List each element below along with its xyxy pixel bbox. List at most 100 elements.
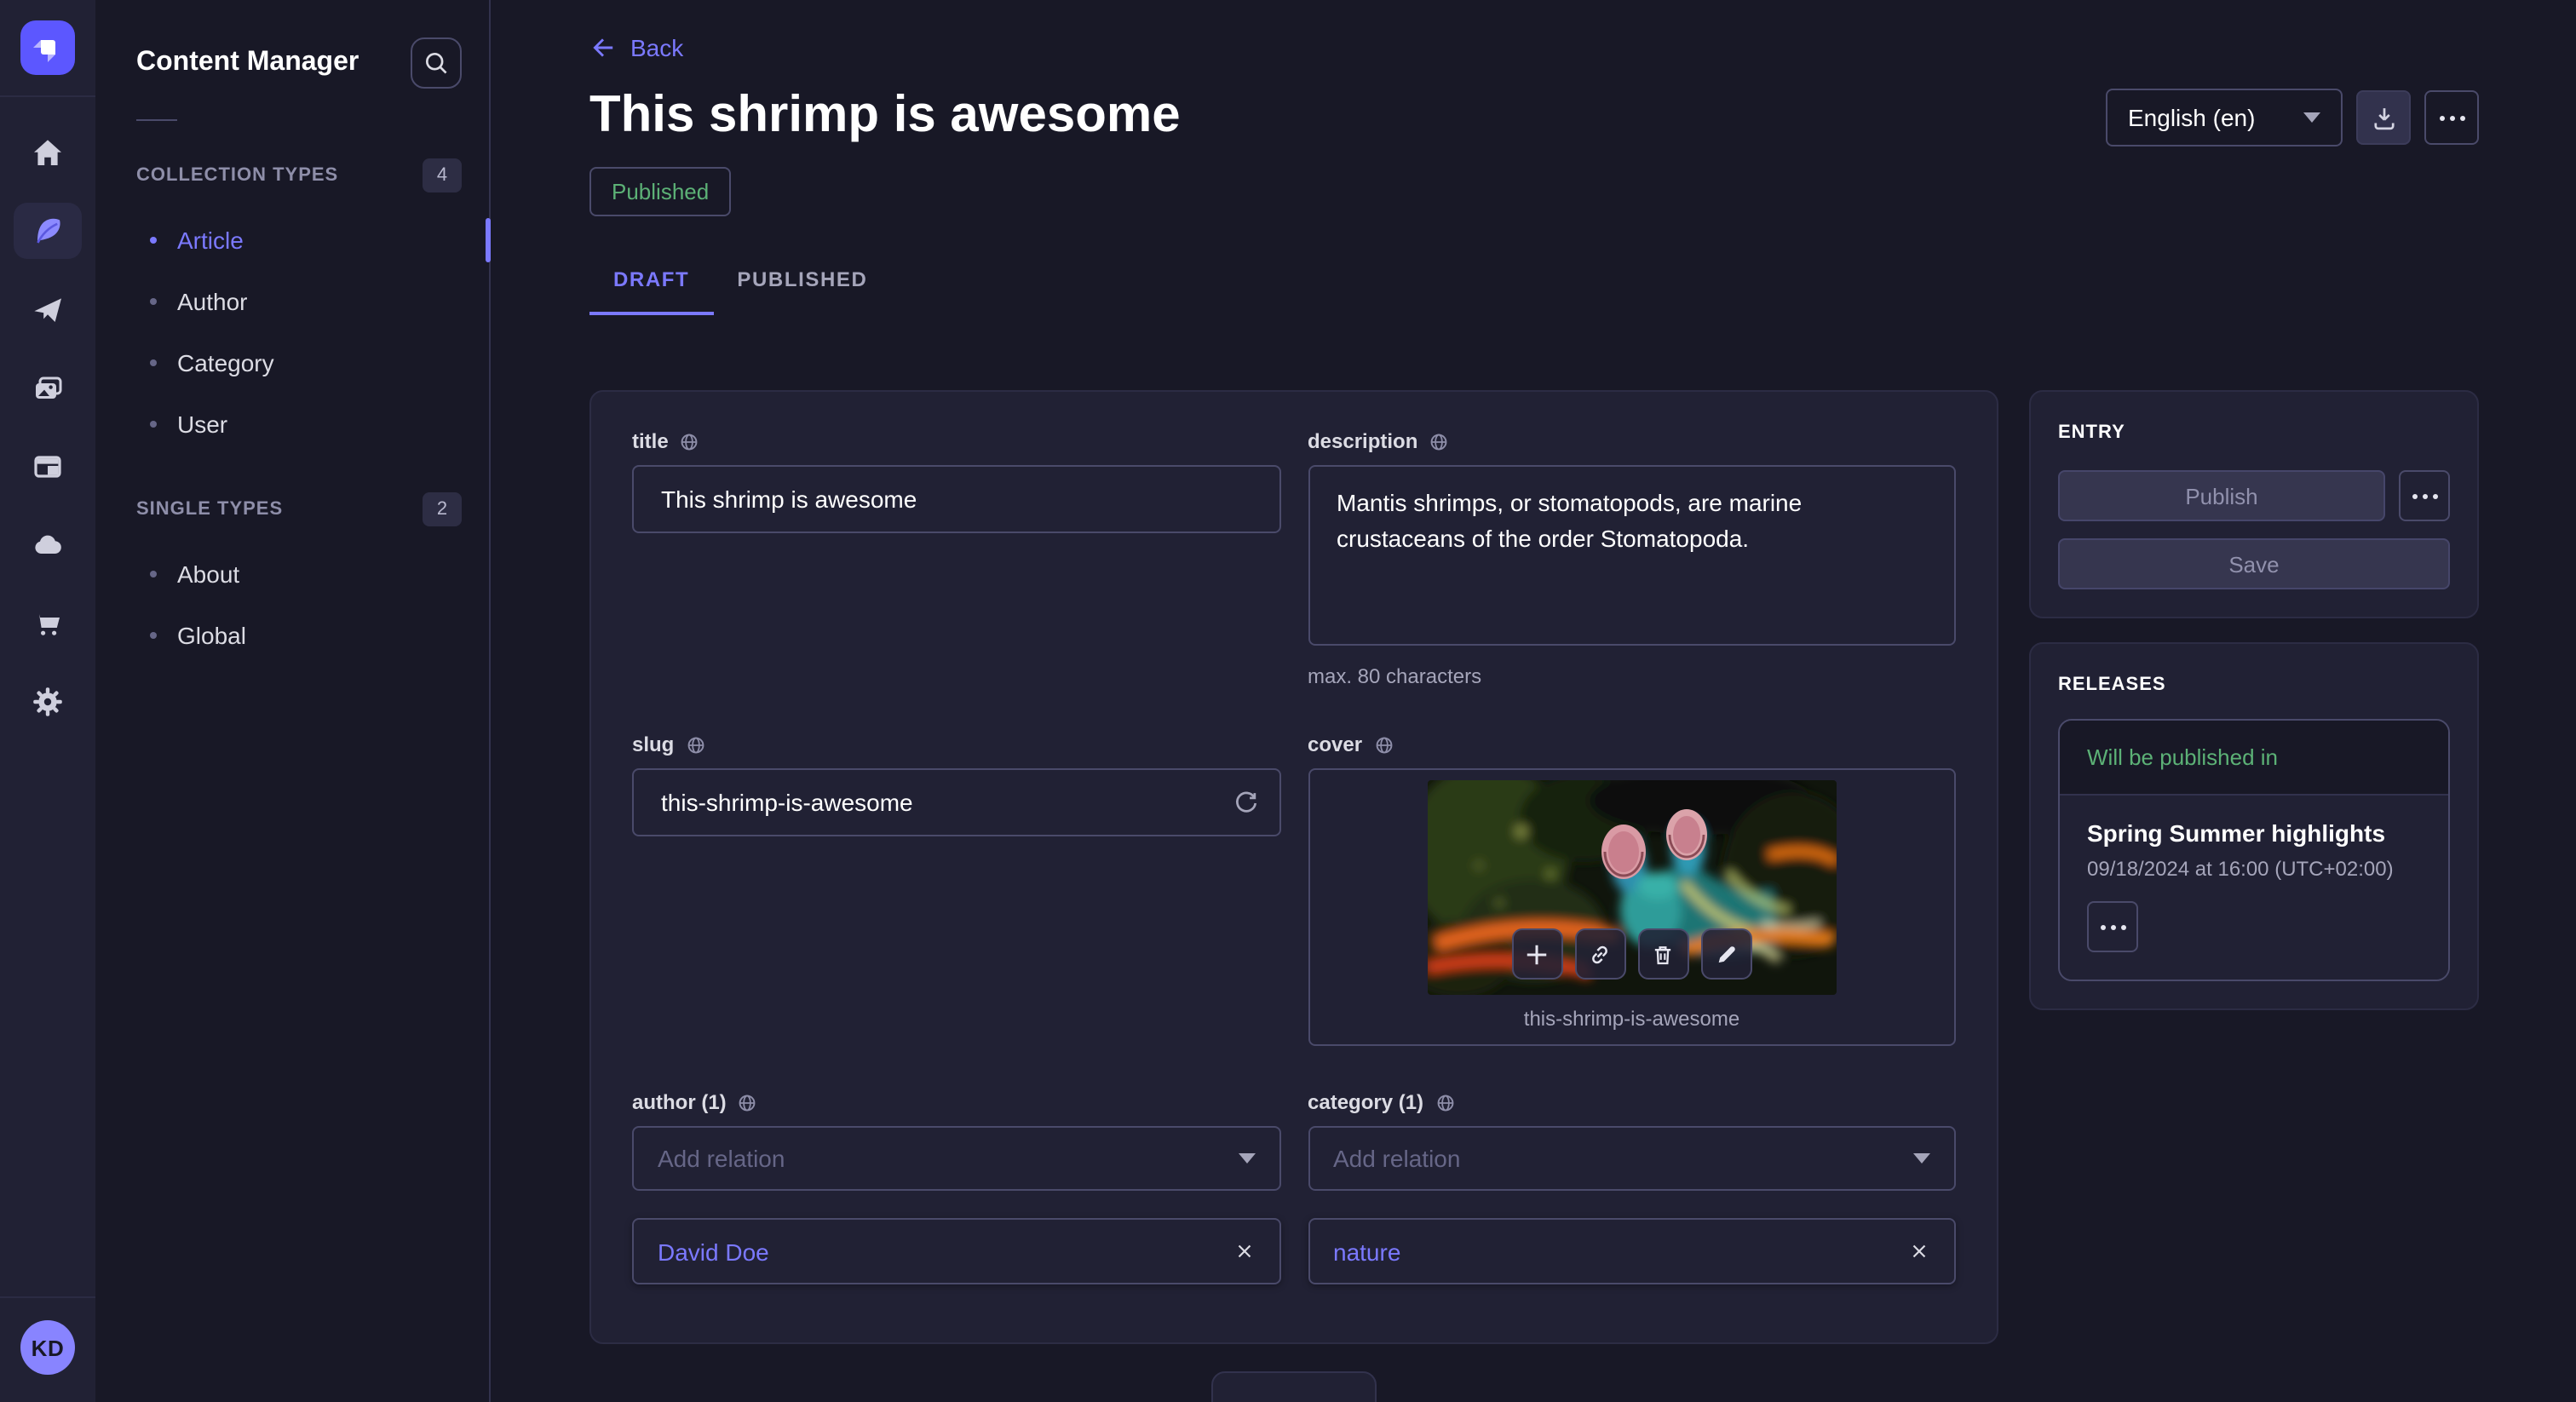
bullet-icon — [150, 421, 157, 428]
content-manager-subnav: Content Manager COLLECTION TYPES 4 Artic… — [95, 0, 491, 1402]
globe-icon — [679, 430, 701, 452]
entry-panel: ENTRY Publish Save — [2029, 390, 2479, 618]
category-relation-select[interactable]: Add relation — [1308, 1126, 1956, 1191]
releases-heading: RELEASES — [2058, 675, 2450, 695]
title-input[interactable] — [632, 465, 1280, 533]
field-slug: slug — [632, 733, 1280, 1046]
author-relation-select[interactable]: Add relation — [632, 1126, 1280, 1191]
description-label: description — [1308, 429, 1956, 453]
slug-input[interactable] — [632, 768, 1280, 836]
release-card: Will be published in Spring Summer highl… — [2058, 719, 2450, 981]
category-relation-link[interactable]: nature — [1333, 1238, 1400, 1265]
nav-content-manager[interactable] — [14, 203, 82, 259]
globe-icon — [1434, 1091, 1456, 1113]
release-name: Spring Summer highlights — [2087, 819, 2421, 847]
tab-draft[interactable]: DRAFT — [589, 267, 713, 315]
locale-select[interactable]: English (en) — [2106, 89, 2343, 147]
section-label: COLLECTION TYPES — [136, 165, 338, 186]
plus-icon — [1525, 941, 1550, 967]
subnav-divider — [136, 119, 177, 121]
section-collection-types: COLLECTION TYPES 4 — [95, 141, 489, 210]
back-link[interactable]: Back — [589, 34, 683, 61]
releases-panel: RELEASES Will be published in Spring Sum… — [2029, 642, 2479, 1010]
strapi-logo[interactable] — [0, 0, 95, 97]
subnav-title: Content Manager — [136, 48, 359, 78]
refresh-icon — [1231, 788, 1260, 817]
close-icon[interactable] — [1233, 1240, 1255, 1262]
bullet-icon — [150, 298, 157, 305]
sidebar-item-label: User — [177, 411, 227, 438]
add-component-button[interactable] — [1211, 1371, 1377, 1402]
search-icon — [423, 49, 450, 77]
nav-content-type-builder[interactable] — [14, 438, 82, 494]
section-single-types: SINGLE TYPES 2 — [95, 475, 489, 543]
tab-published[interactable]: PUBLISHED — [713, 267, 891, 315]
edit-pencil-icon — [1714, 941, 1739, 967]
delete-media-button[interactable] — [1638, 928, 1689, 980]
sidebar-item-label: Global — [177, 622, 246, 649]
close-icon[interactable] — [1908, 1240, 1930, 1262]
user-avatar[interactable]: KD — [20, 1320, 75, 1375]
field-description: description Mantis shrimps, or stomatopo… — [1308, 429, 1956, 688]
sidebar-item-author[interactable]: Author — [95, 271, 489, 332]
main-navbar: KD — [0, 0, 95, 1402]
home-icon — [31, 135, 65, 170]
category-label: category (1) — [1308, 1090, 1956, 1114]
nav-deploy[interactable] — [14, 516, 82, 572]
field-category: category (1) Add relation — [1308, 1090, 1956, 1284]
cover-actions — [1512, 928, 1752, 980]
edit-media-button[interactable] — [1701, 928, 1752, 980]
sidebar-item-article[interactable]: Article — [95, 210, 489, 271]
more-actions-button[interactable] — [2424, 90, 2479, 145]
author-relation-link[interactable]: David Doe — [658, 1238, 769, 1265]
back-label: Back — [630, 34, 683, 61]
nav-releases[interactable] — [14, 281, 82, 337]
status-badge: Published — [589, 167, 731, 216]
globe-icon — [737, 1091, 759, 1113]
field-cover: cover — [1308, 733, 1956, 1046]
globe-icon — [684, 733, 706, 756]
field-author: author (1) Add relation — [632, 1090, 1280, 1284]
category-placeholder: Add relation — [1333, 1145, 1460, 1172]
nav-marketplace[interactable] — [14, 595, 82, 651]
copy-link-button[interactable] — [1575, 928, 1626, 980]
cover-label: cover — [1308, 733, 1956, 756]
more-icon — [2412, 493, 2437, 498]
category-relation-item: nature — [1308, 1218, 1956, 1284]
add-media-button[interactable] — [1512, 928, 1563, 980]
regenerate-slug-button[interactable] — [1231, 768, 1260, 836]
nav-home[interactable] — [14, 124, 82, 181]
bullet-icon — [150, 359, 157, 366]
nav-settings[interactable] — [14, 673, 82, 729]
gear-icon — [31, 684, 65, 718]
cover-image[interactable] — [1428, 780, 1837, 995]
main-content: Back This shrimp is awesome Published En… — [491, 0, 2576, 1402]
author-label: author (1) — [632, 1090, 1280, 1114]
save-button[interactable]: Save — [2058, 538, 2450, 589]
chevron-down-icon — [1238, 1153, 1255, 1164]
sidebar-item-global[interactable]: Global — [95, 605, 489, 666]
trash-icon — [1651, 941, 1676, 967]
bullet-icon — [150, 237, 157, 244]
entry-more-button[interactable] — [2399, 470, 2450, 521]
sidebar-item-about[interactable]: About — [95, 543, 489, 605]
cover-media-card: this-shrimp-is-awesome — [1308, 768, 1956, 1046]
layout-icon — [31, 449, 65, 483]
sidebar-item-user[interactable]: User — [95, 394, 489, 455]
publish-button[interactable]: Publish — [2058, 470, 2385, 521]
search-button[interactable] — [411, 37, 462, 89]
navbar-footer: KD — [0, 1296, 95, 1402]
version-tabs: DRAFT PUBLISHED — [589, 267, 2479, 315]
description-textarea[interactable]: Mantis shrimps, or stomatopods, are mari… — [1308, 465, 1956, 646]
sidebar-item-label: About — [177, 560, 239, 588]
more-icon — [2100, 924, 2125, 929]
collection-count-badge: 4 — [423, 158, 462, 192]
side-column: ENTRY Publish Save RELEASES Will be pub — [2029, 390, 2479, 1010]
nav-media-library[interactable] — [14, 359, 82, 416]
sidebar-item-category[interactable]: Category — [95, 332, 489, 394]
chevron-down-icon — [2303, 112, 2320, 123]
export-button[interactable] — [2356, 90, 2411, 145]
release-more-button[interactable] — [2087, 901, 2138, 952]
title-label: title — [632, 429, 1280, 453]
download-icon — [2369, 103, 2398, 132]
